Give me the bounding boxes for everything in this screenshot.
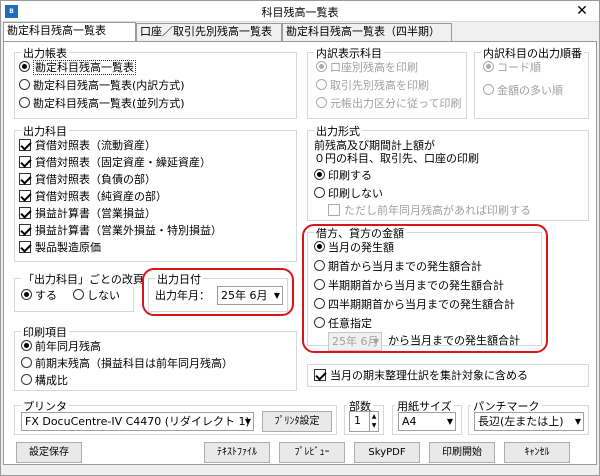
copies-stepper[interactable]: 1 ▲ ▼ [349, 411, 379, 432]
print-option-prev-period[interactable]: 前期末残高（損益科目は前年同月残高） [21, 356, 233, 372]
tab-account-partner-balance[interactable]: 口座／取引先別残高一覧表 [136, 23, 282, 41]
breakdown-legend: 内訳表示科目 [314, 45, 384, 61]
radio-icon[interactable] [316, 79, 327, 90]
radio-icon[interactable] [19, 97, 30, 108]
account-check-current-assets[interactable]: 貸借対照表（流動資産） [19, 138, 156, 154]
page-break-group: 「出力科目」ごとの改頁 する しない [14, 271, 146, 312]
ledger-option-breakdown[interactable]: 勘定科目残高一覧表(内訳方式) [19, 78, 185, 94]
print-items-group: 印刷項目 前年同月残高 前期末残高（損益科目は前年同月残高） 構成比 [14, 324, 297, 391]
tab-panel: 出力帳表 勘定科目残高一覧表 勘定科目残高一覧表(内訳方式) 勘定科目残高一覧表… [3, 41, 597, 465]
output-ledger-legend: 出力帳表 [21, 45, 69, 61]
breakdown-option-ledger[interactable]: 元帳出力区分に従って印刷 [316, 96, 461, 112]
breakdown-order-legend: 内訳科目の出力順番 [481, 45, 584, 61]
period-end-check[interactable]: 当月の期末整理仕訳を集計対象に含める [314, 368, 528, 384]
order-option-code[interactable]: コード順 [483, 60, 541, 76]
close-icon[interactable]: ✕ [565, 1, 599, 21]
radio-icon[interactable] [19, 79, 30, 90]
account-check-net-assets[interactable]: 貸借対照表（純資産の部） [19, 189, 167, 205]
chevron-down-icon: ▼ [446, 417, 453, 426]
radio-icon[interactable] [316, 61, 327, 72]
output-date-highlight [142, 268, 294, 316]
amount-highlight [302, 224, 548, 353]
tab-quarterly-balance[interactable]: 勘定科目残高一覧表（四半期） [282, 23, 452, 41]
paper-group: 用紙サイズ A4 ▼ [392, 398, 462, 435]
output-accounts-legend: 出力科目 [21, 123, 69, 139]
ledger-option-parallel[interactable]: 勘定科目残高一覧表(並列方式) [19, 96, 185, 112]
checkbox-icon[interactable] [19, 190, 31, 202]
tab-account-balance[interactable]: 勘定科目残高一覧表 [3, 22, 136, 42]
output-format-group: 出力形式 前残高及び期間計上額が ０円の科目、取引先、口座の印刷 印刷する 印刷… [307, 123, 589, 221]
radio-icon[interactable] [314, 169, 325, 180]
format-option-print[interactable]: 印刷する [314, 168, 372, 184]
breakdown-option-account[interactable]: 口座別残高を印刷 [316, 60, 418, 76]
breakdown-group: 内訳表示科目 口座別残高を印刷 取引先別残高を印刷 元帳出力区分に従って印刷 [307, 45, 467, 119]
text-file-button[interactable]: ﾃｷｽﾄﾌｧｲﾙ [204, 442, 270, 463]
punch-group: パンチマーク 長辺(左または上) ▼ [468, 398, 589, 435]
checkbox-icon[interactable] [19, 156, 31, 168]
preview-button[interactable]: ﾌﾟﾚﾋﾞｭｰ [279, 442, 345, 463]
order-option-amount[interactable]: 金額の多い順 [483, 83, 563, 99]
account-check-manufacturing-cost[interactable]: 製品製造原価 [19, 240, 101, 256]
breakdown-option-partner[interactable]: 取引先別残高を印刷 [316, 78, 429, 94]
print-option-prev-year[interactable]: 前年同月残高 [21, 339, 101, 355]
checkbox-icon[interactable] [19, 224, 31, 236]
chevron-down-icon: ▼ [244, 417, 251, 426]
paper-select[interactable]: A4 ▼ [398, 412, 456, 431]
printer-select[interactable]: FX DocuCentre-IV C4470 (リダイレクト 1) ▼ [21, 412, 254, 431]
checkbox-icon[interactable] [19, 241, 31, 253]
page-break-option-yes[interactable]: する [21, 288, 57, 304]
stepper-arrows-icon[interactable]: ▲ ▼ [369, 412, 378, 431]
tab-bar: 勘定科目残高一覧表 口座／取引先別残高一覧表 勘定科目残高一覧表（四半期） [3, 22, 597, 42]
account-check-operating-pl[interactable]: 損益計算書（営業損益） [19, 206, 156, 222]
output-accounts-group: 出力科目 貸借対照表（流動資産） 貸借対照表（固定資産・繰延資産） 貸借対照表（… [14, 123, 297, 262]
output-format-legend: 出力形式 [314, 123, 362, 139]
cancel-button[interactable]: ｷｬﾝｾﾙ [504, 442, 570, 463]
chevron-down-icon: ▼ [574, 417, 581, 426]
printer-group: プリンタ FX DocuCentre-IV C4470 (リダイレクト 1) ▼ … [14, 398, 337, 435]
radio-icon[interactable] [483, 84, 494, 95]
period-end-group: 当月の期末整理仕訳を集計対象に含める [307, 364, 589, 387]
checkbox-icon[interactable] [314, 369, 326, 381]
radio-icon[interactable] [21, 357, 32, 368]
account-check-fixed-assets[interactable]: 貸借対照表（固定資産・繰延資産） [19, 155, 211, 171]
radio-icon[interactable] [73, 289, 84, 300]
prev-year-print-check[interactable]: ただし前年同月残高があれば印刷する [328, 203, 531, 219]
checkbox-icon[interactable] [19, 173, 31, 185]
account-check-non-operating-pl[interactable]: 損益計算書（営業外損益・特別損益） [19, 223, 222, 239]
page-break-legend: 「出力科目」ごとの改頁 [21, 271, 146, 287]
checkbox-icon[interactable] [19, 139, 31, 151]
checkbox-icon[interactable] [328, 204, 340, 216]
account-check-liabilities[interactable]: 貸借対照表（負債の部） [19, 172, 156, 188]
output-ledger-group: 出力帳表 勘定科目残高一覧表 勘定科目残高一覧表(内訳方式) 勘定科目残高一覧表… [14, 45, 297, 119]
dialog-window: B 科目残高一覧表 ✕ 勘定科目残高一覧表 口座／取引先別残高一覧表 勘定科目残… [0, 0, 600, 476]
checkbox-icon[interactable] [19, 207, 31, 219]
format-option-no-print[interactable]: 印刷しない [314, 186, 383, 202]
save-settings-button[interactable]: 設定保存 [16, 442, 82, 463]
punch-select[interactable]: 長辺(左または上) ▼ [474, 412, 584, 431]
radio-icon[interactable] [19, 61, 30, 72]
breakdown-order-group: 内訳科目の出力順番 コード順 金額の多い順 [474, 45, 589, 119]
window-title: 科目残高一覧表 [261, 6, 339, 19]
print-option-ratio[interactable]: 構成比 [21, 373, 68, 389]
title-bar: B 科目残高一覧表 ✕ [1, 1, 599, 22]
print-start-button[interactable]: 印刷開始 [429, 442, 495, 463]
output-format-desc-2: ０円の科目、取引先、口座の印刷 [314, 152, 479, 165]
radio-icon[interactable] [21, 340, 32, 351]
page-break-option-no[interactable]: しない [73, 288, 120, 304]
copies-group: 部数 1 ▲ ▼ [344, 398, 384, 435]
ledger-option-standard[interactable]: 勘定科目残高一覧表 [19, 60, 136, 76]
radio-icon[interactable] [316, 97, 327, 108]
printer-settings-button[interactable]: ﾌﾟﾘﾝﾀ設定 [262, 411, 332, 432]
radio-icon[interactable] [314, 187, 325, 198]
skypdf-button[interactable]: SkyPDF [354, 442, 420, 463]
radio-icon[interactable] [483, 61, 494, 72]
radio-icon[interactable] [21, 374, 32, 385]
print-items-legend: 印刷項目 [21, 324, 69, 340]
radio-icon[interactable] [21, 289, 32, 300]
